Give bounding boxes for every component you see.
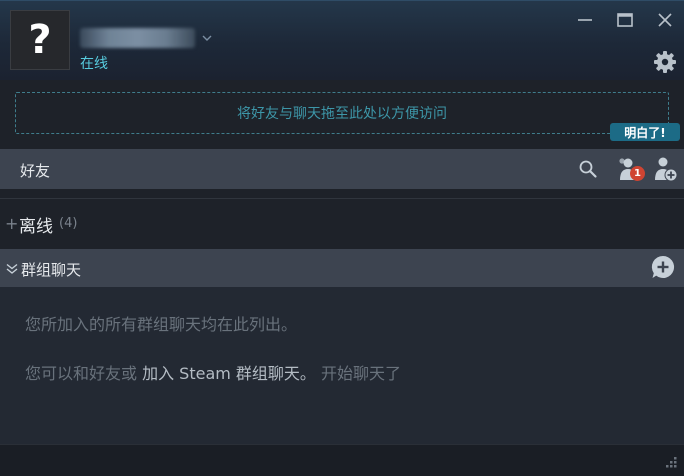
hint-suffix: 开始聊天了 xyxy=(315,364,402,383)
close-icon[interactable] xyxy=(655,10,675,30)
join-group-link[interactable]: 加入 Steam 群组聊天。 xyxy=(142,364,316,383)
section-divider xyxy=(0,198,684,199)
avatar[interactable]: ? xyxy=(10,10,70,70)
footer-bar xyxy=(0,444,684,476)
collapse-chevron-icon[interactable] xyxy=(6,263,18,275)
username-blurred[interactable] xyxy=(80,28,195,48)
add-friend-icon[interactable] xyxy=(652,155,680,183)
group-chats-title: 群组聊天 xyxy=(21,261,82,279)
group-chats-header[interactable]: 群组聊天 xyxy=(0,249,684,287)
dropzone-text: 将好友与聊天拖至此处以方便访问 xyxy=(237,106,447,122)
offline-count: (4) xyxy=(59,216,78,231)
favorites-dropzone[interactable]: 将好友与聊天拖至此处以方便访问 xyxy=(15,92,669,134)
offline-group-header[interactable]: + 离线 (4) xyxy=(0,209,684,239)
hint-prefix: 您可以和好友或 xyxy=(25,364,143,383)
group-chats-empty-message: 您所加入的所有群组聊天均在此列出。 xyxy=(25,315,298,334)
minimize-icon[interactable] xyxy=(575,10,595,30)
chevron-down-icon[interactable] xyxy=(202,33,212,43)
group-chats-hint: 您可以和好友或 加入 Steam 群组聊天。 开始聊天了 xyxy=(25,360,401,384)
friend-requests-badge: 1 xyxy=(630,166,645,181)
avatar-placeholder-glyph: ? xyxy=(28,17,52,63)
add-group-chat-icon[interactable] xyxy=(651,255,675,279)
gear-icon[interactable] xyxy=(653,50,677,74)
resize-grip-icon[interactable] xyxy=(662,455,678,471)
group-chats-section: 群组聊天 您所加入的所有群组聊天均在此列出。 您可以和好友或 加入 Steam … xyxy=(0,249,684,476)
search-icon[interactable] xyxy=(578,159,598,179)
status-text[interactable]: 在线 xyxy=(80,53,108,73)
got-it-button[interactable]: 明白了! xyxy=(610,123,680,141)
offline-label: 离线 xyxy=(19,217,53,237)
friends-title: 好友 xyxy=(20,162,51,180)
expand-icon: + xyxy=(5,214,19,233)
maximize-icon[interactable] xyxy=(615,10,635,30)
